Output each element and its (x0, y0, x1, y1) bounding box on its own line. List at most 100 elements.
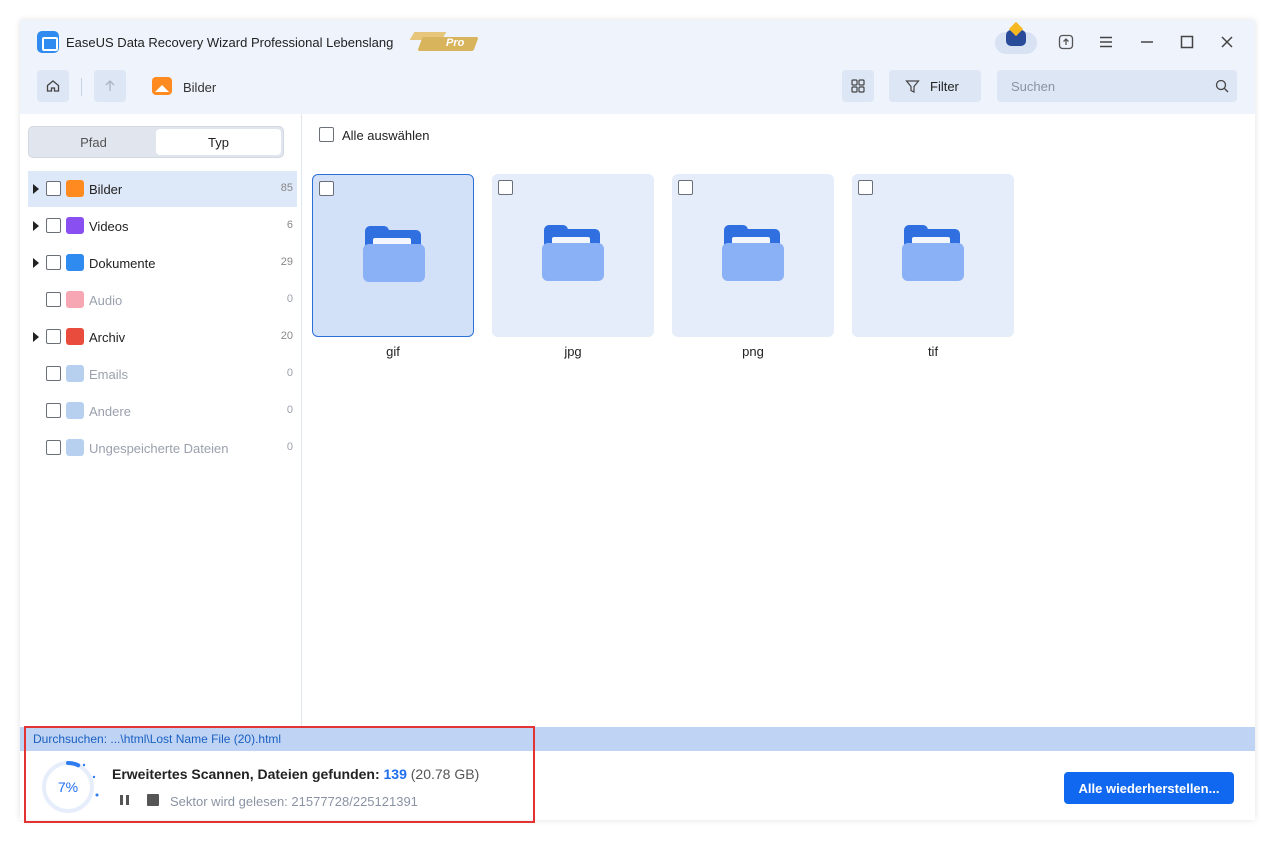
scan-status-panel: 7% Erweitertes Scannen, Dateien gefunden… (20, 751, 1255, 820)
category-count: 0 (286, 441, 293, 453)
tab-type[interactable]: Typ (156, 129, 281, 155)
pro-badge-label: Pro (446, 37, 465, 49)
archive-icon (66, 328, 84, 345)
grid-icon (851, 79, 865, 93)
search-icon[interactable] (1215, 79, 1229, 93)
folder-label[interactable]: png (672, 344, 834, 359)
category-label: Audio (89, 293, 123, 308)
image-icon (152, 77, 172, 95)
expand-arrow-icon[interactable] (33, 184, 39, 194)
tab-path[interactable]: Pfad (31, 129, 156, 155)
pro-badge: Pro (409, 32, 479, 52)
pause-icon (120, 795, 129, 805)
breadcrumb[interactable]: Bilder (183, 80, 216, 95)
category-count: 0 (286, 404, 293, 416)
files-found-size: (20.78 GB) (410, 766, 480, 782)
grid-view-button[interactable] (842, 70, 874, 102)
folder-tile-tif[interactable] (852, 174, 1014, 337)
document-icon (66, 254, 84, 271)
select-all-checkbox[interactable] (319, 127, 334, 142)
category-checkbox[interactable] (46, 255, 61, 270)
scan-path-bar: Durchsuchen: ...\html\Lost Name File (20… (20, 727, 1255, 751)
folder-tile-jpg[interactable] (492, 174, 654, 337)
folder-checkbox[interactable] (498, 180, 513, 195)
close-icon[interactable] (1213, 30, 1241, 54)
folder-label[interactable]: jpg (492, 344, 654, 359)
category-label: Ungespeicherte Dateien (89, 441, 229, 456)
sidebar-item-videos[interactable]: Videos 6 (28, 208, 297, 244)
sidebar-item-audio[interactable]: Audio 0 (28, 282, 297, 318)
search-box (997, 70, 1237, 102)
maximize-icon[interactable] (1173, 30, 1201, 54)
category-checkbox[interactable] (46, 329, 61, 344)
folder-tile-gif[interactable] (312, 174, 474, 337)
account-avatar-icon[interactable] (993, 21, 1039, 54)
search-input[interactable] (997, 70, 1207, 102)
view-mode-toggle: Pfad Typ (28, 126, 284, 158)
folder-icon (902, 225, 964, 281)
files-found-count: 139 (383, 766, 407, 782)
recover-all-button[interactable]: Alle wiederherstellen... (1064, 772, 1234, 804)
folder-icon (542, 225, 604, 281)
sidebar-item-dokumente[interactable]: Dokumente 29 (28, 245, 297, 281)
category-label: Dokumente (89, 256, 156, 271)
image-icon (66, 180, 84, 197)
category-count: 29 (280, 256, 293, 268)
filter-icon (905, 80, 920, 93)
scan-label: Erweitertes Scannen, Dateien gefunden: (112, 766, 380, 782)
email-icon (66, 365, 84, 382)
unsaved-folder-icon (66, 439, 84, 456)
sidebar-item-ungespeicherte-dateien[interactable]: Ungespeicherte Dateien 0 (28, 430, 297, 466)
expand-arrow-icon[interactable] (33, 332, 39, 342)
window-title: EaseUS Data Recovery Wizard Professional… (66, 35, 394, 50)
folder-tile-png[interactable] (672, 174, 834, 337)
sidebar-item-emails[interactable]: Emails 0 (28, 356, 297, 392)
category-count: 6 (286, 219, 293, 231)
folder-checkbox[interactable] (678, 180, 693, 195)
folder-checkbox[interactable] (319, 181, 334, 196)
category-label: Bilder (89, 182, 123, 197)
upload-icon[interactable] (1052, 30, 1080, 54)
expand-arrow-icon[interactable] (33, 258, 39, 268)
category-label: Emails (89, 367, 129, 382)
folder-checkbox[interactable] (858, 180, 873, 195)
category-checkbox[interactable] (46, 292, 61, 307)
expand-arrow-icon[interactable] (33, 221, 39, 231)
home-button[interactable] (37, 70, 69, 102)
sector-progress-text: Sektor wird gelesen: 21577728/225121391 (170, 794, 418, 809)
category-label: Archiv (89, 330, 126, 345)
sidebar-item-andere[interactable]: Andere 0 (28, 393, 297, 429)
scan-summary: Erweitertes Scannen, Dateien gefunden: 1… (112, 766, 479, 782)
folder-label[interactable]: gif (312, 344, 474, 359)
folder-icon (363, 226, 425, 282)
stop-button[interactable] (146, 793, 160, 812)
category-checkbox[interactable] (46, 366, 61, 381)
filter-label: Filter (930, 79, 959, 94)
stop-icon (147, 794, 159, 806)
scan-progress-ring: 7% (42, 761, 99, 813)
category-checkbox[interactable] (46, 440, 61, 455)
pause-button[interactable] (118, 793, 132, 812)
category-checkbox[interactable] (46, 181, 61, 196)
category-checkbox[interactable] (46, 403, 61, 418)
category-checkbox[interactable] (46, 218, 61, 233)
app-logo-icon (37, 31, 59, 53)
minimize-icon[interactable] (1133, 30, 1161, 54)
select-all-label[interactable]: Alle auswählen (342, 128, 429, 143)
sidebar-item-archiv[interactable]: Archiv 20 (28, 319, 297, 355)
folder-icon (722, 225, 784, 281)
filter-button[interactable]: Filter (889, 70, 981, 102)
home-icon (46, 80, 60, 92)
up-button[interactable] (94, 70, 126, 102)
nav-divider (81, 78, 82, 96)
music-icon (66, 291, 84, 308)
progress-percent-label: 7% (58, 779, 78, 795)
title-bar: EaseUS Data Recovery Wizard Professional… (20, 20, 1255, 114)
category-count: 0 (286, 367, 293, 379)
scan-path-text: Durchsuchen: ...\html\Lost Name File (20… (33, 732, 282, 746)
category-label: Videos (89, 219, 129, 234)
sidebar-item-bilder[interactable]: Bilder 85 (28, 171, 297, 207)
menu-icon[interactable] (1092, 30, 1120, 54)
folder-label[interactable]: tif (852, 344, 1014, 359)
category-count: 0 (286, 293, 293, 305)
